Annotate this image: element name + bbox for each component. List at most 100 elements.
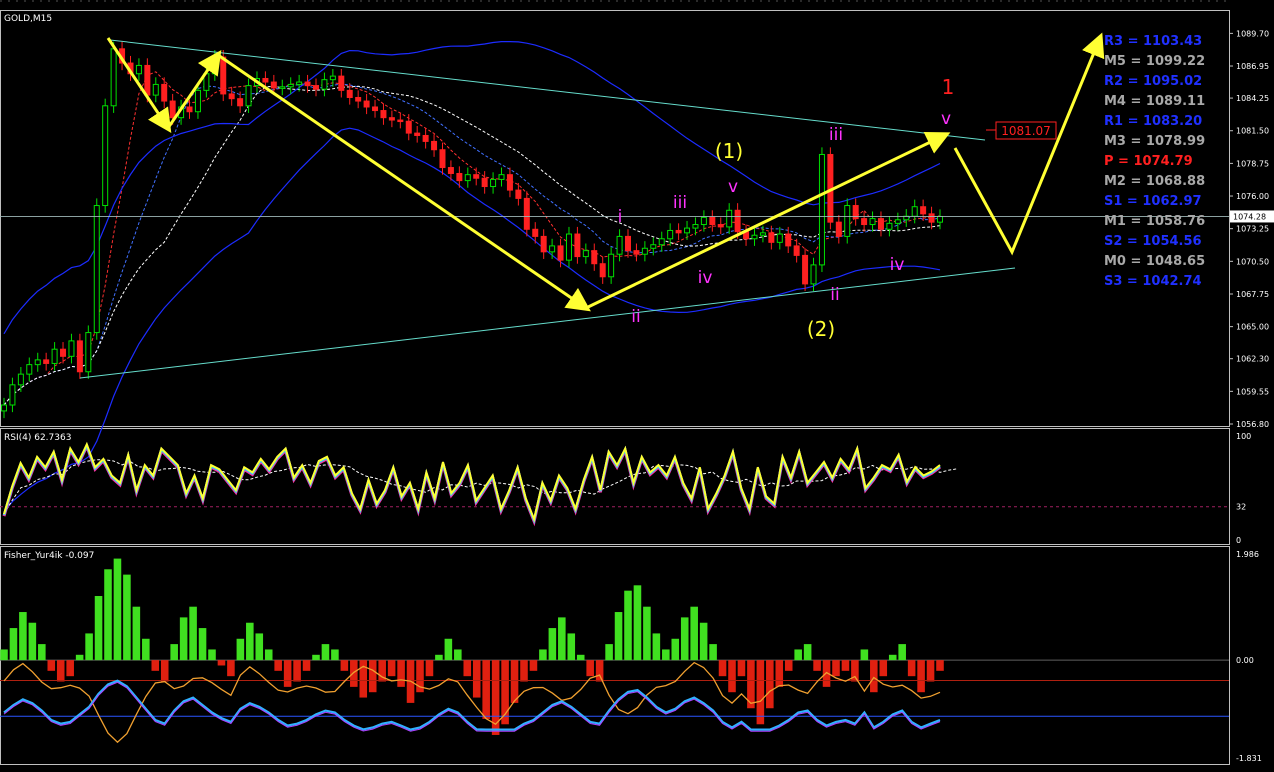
candle-body bbox=[422, 134, 429, 142]
candle-body bbox=[60, 348, 67, 357]
candle-body bbox=[802, 254, 809, 285]
candle-body bbox=[245, 85, 252, 107]
fisher-bar bbox=[104, 569, 112, 661]
fisher-bar bbox=[312, 654, 320, 661]
fisher-bar bbox=[75, 654, 84, 661]
candle-body bbox=[844, 205, 851, 237]
candle-body bbox=[557, 245, 564, 261]
price-tick-label: 1078.75 bbox=[1236, 159, 1269, 168]
candle-body bbox=[734, 209, 741, 233]
pivot-level-r2: R2 = 1095.02 bbox=[1104, 74, 1202, 89]
candle-body bbox=[675, 229, 682, 234]
fisher-bar bbox=[728, 660, 736, 693]
candle-body bbox=[768, 232, 775, 243]
candle-body bbox=[76, 340, 83, 373]
candle-body bbox=[591, 250, 598, 265]
trading-chart-window: 1089.70 1086.95 1084.25 1081.50 1078.75 1076.… bbox=[0, 0, 1274, 768]
candle-body bbox=[237, 98, 244, 107]
fisher-bar bbox=[331, 649, 339, 661]
candle-body bbox=[506, 174, 513, 191]
candle-body bbox=[877, 218, 884, 230]
fisher-bar bbox=[321, 644, 330, 661]
wave-label-minor: v bbox=[941, 109, 951, 129]
price-tick-label: 1067.75 bbox=[1236, 290, 1269, 299]
fisher-bar bbox=[539, 649, 547, 661]
candle-body bbox=[692, 224, 699, 229]
wave-label-minor: i bbox=[618, 207, 623, 227]
candle-body bbox=[414, 132, 421, 136]
fisher-bar bbox=[302, 660, 311, 671]
candle-body bbox=[1, 404, 7, 412]
candle-body bbox=[650, 244, 657, 249]
fisher-bar bbox=[350, 660, 358, 687]
wave-label-major: (1) bbox=[715, 139, 743, 163]
fisher-bar bbox=[766, 660, 774, 709]
fisher-bar bbox=[123, 574, 131, 661]
fisher-bar bbox=[463, 660, 472, 677]
wave-label-minor: ii bbox=[830, 285, 839, 305]
fisher-bar bbox=[520, 660, 528, 682]
fisher-bar bbox=[643, 606, 651, 661]
fisher-bar bbox=[56, 660, 65, 682]
fisher-bar bbox=[794, 649, 802, 661]
fisher-bar bbox=[189, 606, 197, 661]
candle-body bbox=[641, 247, 648, 255]
fisher-bar bbox=[907, 660, 916, 677]
fisher-bar bbox=[66, 660, 74, 677]
candle-body bbox=[338, 75, 345, 91]
fisher-bar bbox=[936, 660, 944, 671]
candle-body bbox=[17, 373, 24, 386]
fisher-bar bbox=[813, 660, 821, 671]
price-tick-label: 1089.70 bbox=[1236, 29, 1269, 38]
fisher-bar bbox=[510, 660, 519, 703]
candle-body bbox=[313, 85, 319, 90]
fisher-bar bbox=[47, 660, 56, 671]
fisher-bar bbox=[576, 654, 585, 661]
fisher-bar bbox=[38, 644, 46, 661]
fisher-bar bbox=[870, 660, 878, 693]
candle-body bbox=[355, 96, 362, 102]
candle-body bbox=[599, 263, 606, 278]
fisher-bar bbox=[718, 660, 727, 677]
candle-body bbox=[270, 81, 277, 89]
candle-body bbox=[110, 48, 117, 107]
fisher-bar bbox=[444, 638, 453, 661]
pivot-level-s1: S1 = 1062.97 bbox=[1104, 194, 1202, 209]
fisher-bar bbox=[737, 660, 746, 677]
price-tick-label: 1076.00 bbox=[1236, 192, 1269, 201]
candle-body bbox=[194, 89, 201, 113]
fisher-bar bbox=[879, 660, 888, 677]
candle-body bbox=[329, 75, 336, 81]
candle-body bbox=[667, 229, 674, 240]
fisher-bar bbox=[775, 660, 784, 687]
rsi-tick-label: 32 bbox=[1236, 503, 1246, 512]
fisher-bar bbox=[160, 660, 169, 682]
candle-body bbox=[574, 233, 581, 258]
candle-body bbox=[835, 221, 842, 237]
candle-body bbox=[262, 77, 269, 83]
candle-body bbox=[152, 83, 159, 96]
current-price-label: 1074.28 bbox=[1233, 212, 1266, 221]
price-tick-label: 1081.50 bbox=[1236, 127, 1269, 136]
fisher-bar bbox=[208, 649, 216, 661]
fisher-bar bbox=[217, 660, 226, 666]
candle-body bbox=[549, 245, 556, 253]
candle-body bbox=[709, 216, 716, 226]
fisher-bar bbox=[652, 633, 661, 661]
price-tick-label: 1062.30 bbox=[1236, 355, 1269, 364]
fisher-bar bbox=[435, 654, 443, 661]
fisher-bar bbox=[548, 628, 557, 661]
candle-body bbox=[43, 359, 50, 364]
fisher-bar bbox=[9, 628, 18, 661]
candle-body bbox=[810, 264, 817, 285]
fisher-bar bbox=[142, 638, 150, 661]
candle-body bbox=[220, 56, 227, 95]
fisher-bar bbox=[888, 654, 897, 661]
candle-body bbox=[616, 235, 623, 255]
candle-body bbox=[776, 233, 783, 243]
fisher-tick-label: -1.831 bbox=[1236, 754, 1262, 763]
chart-canvas[interactable]: 1089.70 1086.95 1084.25 1081.50 1078.75 1076.… bbox=[0, 0, 1274, 768]
fisher-bar bbox=[614, 612, 623, 661]
fisher-bar bbox=[595, 660, 604, 682]
fisher-bar bbox=[662, 649, 670, 661]
